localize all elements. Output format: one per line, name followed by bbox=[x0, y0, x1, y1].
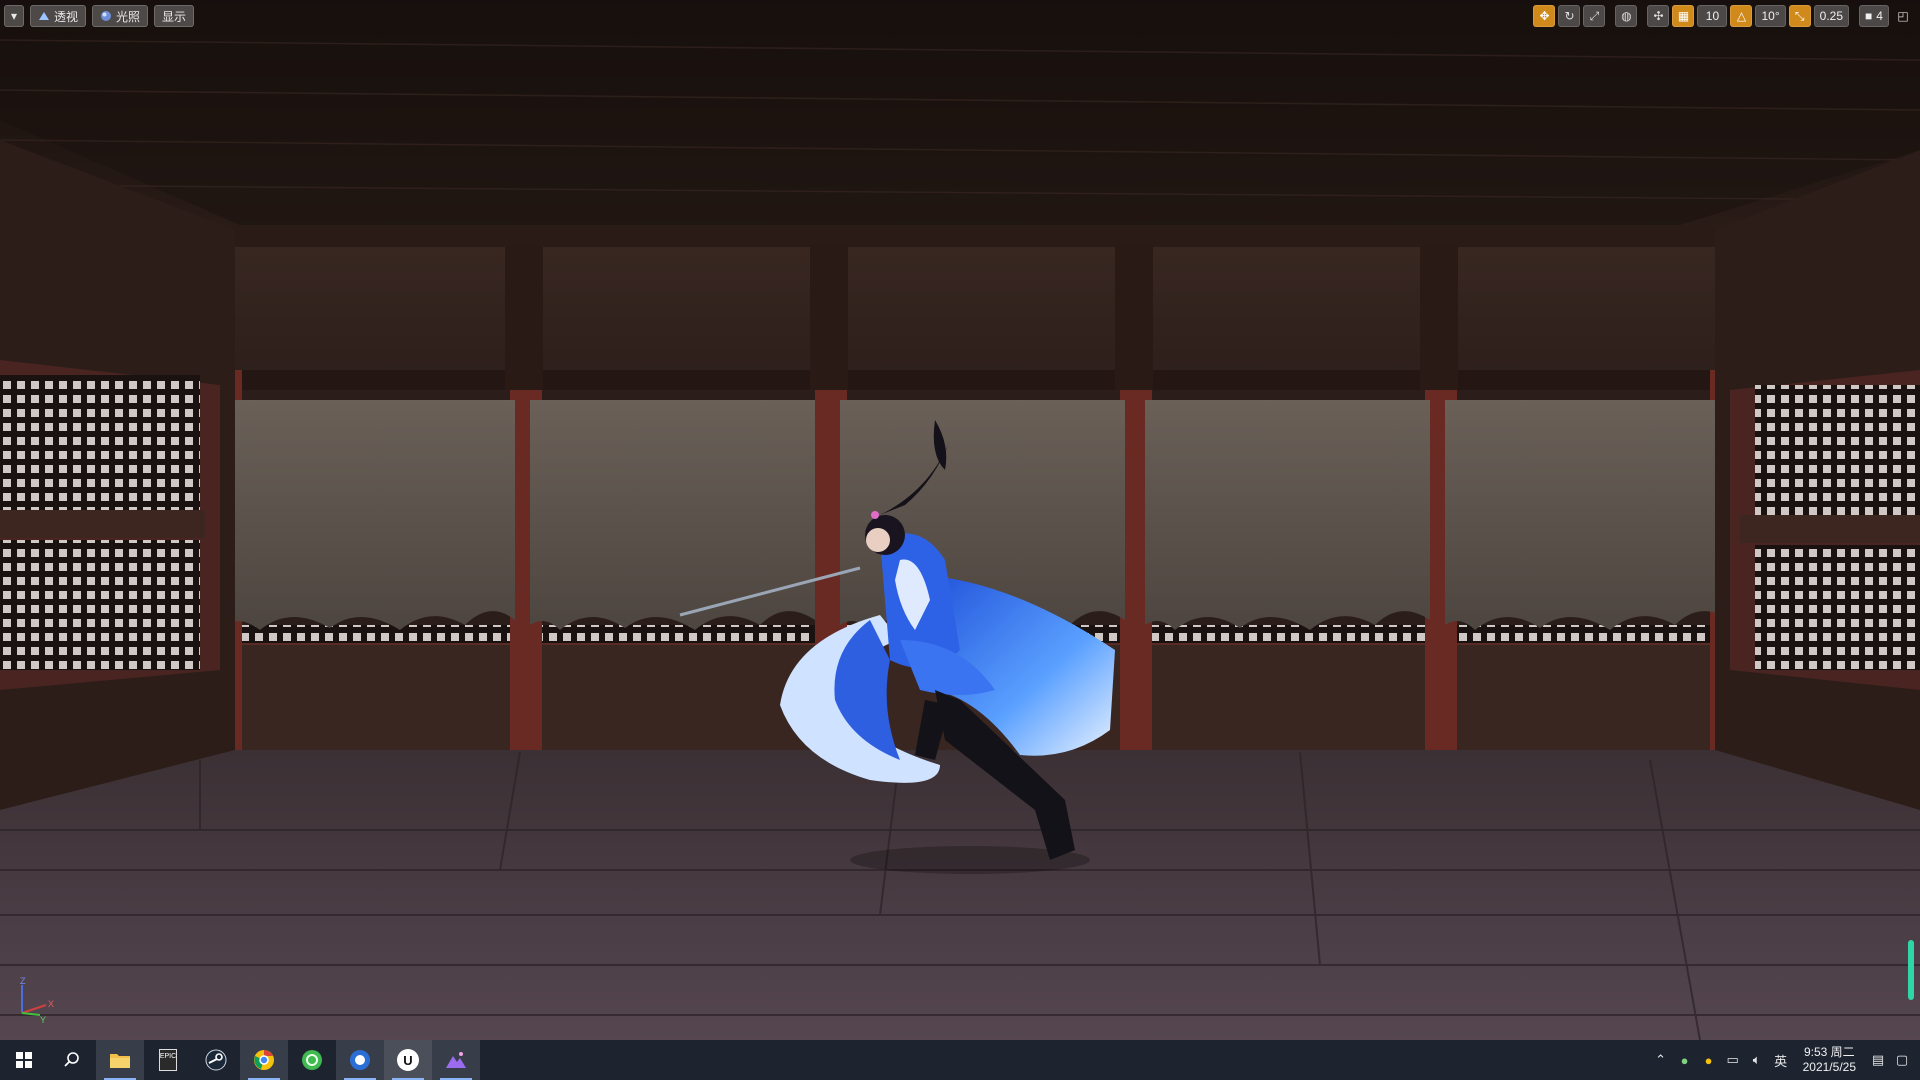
camera-speed-value: 4 bbox=[1876, 9, 1883, 23]
rotation-snap-value[interactable]: 10° bbox=[1755, 5, 1786, 27]
show-button[interactable]: 显示 bbox=[154, 5, 195, 27]
rotate-tool-button[interactable]: ↻ bbox=[1558, 5, 1581, 27]
windows-start-icon bbox=[16, 1052, 32, 1068]
axis-x-label: X bbox=[48, 999, 54, 1009]
level-viewport[interactable]: ▾ 透视 光照 显示 ✥ ↻ ⤢ ◍ ✣ ▦ 10 △ 10° ⤡ 0.25 ■… bbox=[0, 0, 1920, 1040]
taskbar-blue-app[interactable] bbox=[336, 1040, 384, 1080]
epic-games-label: EPIC bbox=[159, 1053, 177, 1060]
notepad-icon[interactable]: ▤ bbox=[1870, 1052, 1886, 1068]
lighting-label: 光照 bbox=[116, 9, 141, 24]
ime-indicator[interactable]: 英 bbox=[1773, 1051, 1789, 1070]
perspective-button[interactable]: 透视 bbox=[30, 5, 87, 27]
viewport-toolbar-right: ✥ ↻ ⤢ ◍ ✣ ▦ 10 △ 10° ⤡ 0.25 ■ 4 ◰ bbox=[1533, 5, 1914, 27]
steam-icon bbox=[205, 1049, 227, 1071]
unreal-engine-icon: U bbox=[397, 1049, 419, 1071]
search-button[interactable] bbox=[48, 1040, 96, 1080]
maximize-viewport-button[interactable]: ◰ bbox=[1892, 5, 1914, 27]
chrome-icon bbox=[254, 1050, 274, 1070]
taskbar-chrome[interactable] bbox=[240, 1040, 288, 1080]
scene-render bbox=[0, 0, 1920, 1040]
translate-tool-button[interactable]: ✥ bbox=[1533, 5, 1556, 27]
maximize-icon: ◰ bbox=[1897, 9, 1909, 23]
move-icon: ✥ bbox=[1539, 9, 1550, 23]
axis-gizmo: Z X Y bbox=[20, 976, 54, 1025]
scale-snap-icon: ⤡ bbox=[1794, 8, 1805, 23]
clock-date: 2021/5/25 bbox=[1802, 1060, 1856, 1074]
chevron-down-icon: ▾ bbox=[10, 9, 18, 23]
show-label: 显示 bbox=[162, 9, 187, 24]
camera-speed-button[interactable]: ■ 4 bbox=[1859, 5, 1889, 27]
taskbar-unreal-engine[interactable]: U bbox=[384, 1040, 432, 1080]
blue-app-icon bbox=[350, 1050, 370, 1070]
axis-z-label: Z bbox=[20, 976, 26, 986]
surface-snap-icon: ✣ bbox=[1653, 9, 1664, 23]
unreal-engine-label: U bbox=[403, 1052, 413, 1068]
windows-taskbar: EPIC U ⌃ ● ● ▭ 🔈︎ 英 9:53 周二 2021/5/25 ▤ … bbox=[0, 1040, 1920, 1080]
grid-snap-value[interactable]: 10 bbox=[1697, 5, 1728, 27]
rotate-icon: ↻ bbox=[1564, 9, 1575, 23]
system-tray: ⌃ ● ● ▭ 🔈︎ 英 9:53 周二 2021/5/25 ▤ ▢ bbox=[1653, 1040, 1920, 1080]
viewport-toolbar-left: ▾ 透视 光照 显示 bbox=[4, 5, 195, 27]
rotation-snap-button[interactable]: △ bbox=[1730, 5, 1753, 27]
taskbar-epic-games[interactable]: EPIC bbox=[144, 1040, 192, 1080]
epic-games-icon: EPIC bbox=[159, 1049, 177, 1071]
scale-snap-value[interactable]: 0.25 bbox=[1813, 5, 1849, 27]
lit-sphere-icon bbox=[101, 11, 112, 21]
volume-icon[interactable]: 🔈︎ bbox=[1749, 1052, 1765, 1068]
camera-icon: ■ bbox=[1865, 9, 1873, 23]
start-button[interactable] bbox=[0, 1040, 48, 1080]
clock-time: 9:53 周二 bbox=[1803, 1045, 1855, 1059]
perspective-label: 透视 bbox=[54, 9, 79, 24]
search-icon bbox=[64, 1052, 79, 1067]
perspective-icon bbox=[39, 12, 49, 20]
scale-snap-button[interactable]: ⤡ bbox=[1788, 5, 1811, 27]
grid-snap-button[interactable]: ▦ bbox=[1672, 5, 1695, 27]
network-icon[interactable]: ▭ bbox=[1725, 1052, 1741, 1068]
axis-y-label: Y bbox=[40, 1015, 46, 1025]
globe-icon: ◍ bbox=[1621, 9, 1632, 23]
angle-icon: △ bbox=[1736, 9, 1747, 23]
scale-tool-button[interactable]: ⤢ bbox=[1583, 5, 1606, 27]
taskbar-file-explorer[interactable] bbox=[96, 1040, 144, 1080]
lighting-button[interactable]: 光照 bbox=[92, 5, 149, 27]
scale-icon: ⤢ bbox=[1589, 8, 1600, 23]
green-app-icon bbox=[302, 1050, 322, 1070]
folder-icon bbox=[110, 1054, 130, 1068]
tray-chrome-icon[interactable]: ● bbox=[1701, 1053, 1717, 1068]
clock[interactable]: 9:53 周二 2021/5/25 bbox=[1797, 1045, 1862, 1075]
taskbar-art-app[interactable] bbox=[432, 1040, 480, 1080]
taskbar-steam[interactable] bbox=[192, 1040, 240, 1080]
notification-icon[interactable]: ▢ bbox=[1894, 1052, 1910, 1068]
taskbar-green-app[interactable] bbox=[288, 1040, 336, 1080]
tray-app-icon[interactable]: ● bbox=[1677, 1053, 1693, 1068]
grid-icon: ▦ bbox=[1677, 9, 1690, 23]
chevron-up-icon[interactable]: ⌃ bbox=[1653, 1052, 1669, 1068]
surface-snapping-button[interactable]: ✣ bbox=[1647, 5, 1670, 27]
coordinate-system-button[interactable]: ◍ bbox=[1615, 5, 1638, 27]
mountain-app-icon bbox=[446, 1052, 466, 1068]
scroll-indicator[interactable] bbox=[1908, 940, 1914, 1000]
viewport-options-button[interactable]: ▾ bbox=[4, 5, 24, 27]
